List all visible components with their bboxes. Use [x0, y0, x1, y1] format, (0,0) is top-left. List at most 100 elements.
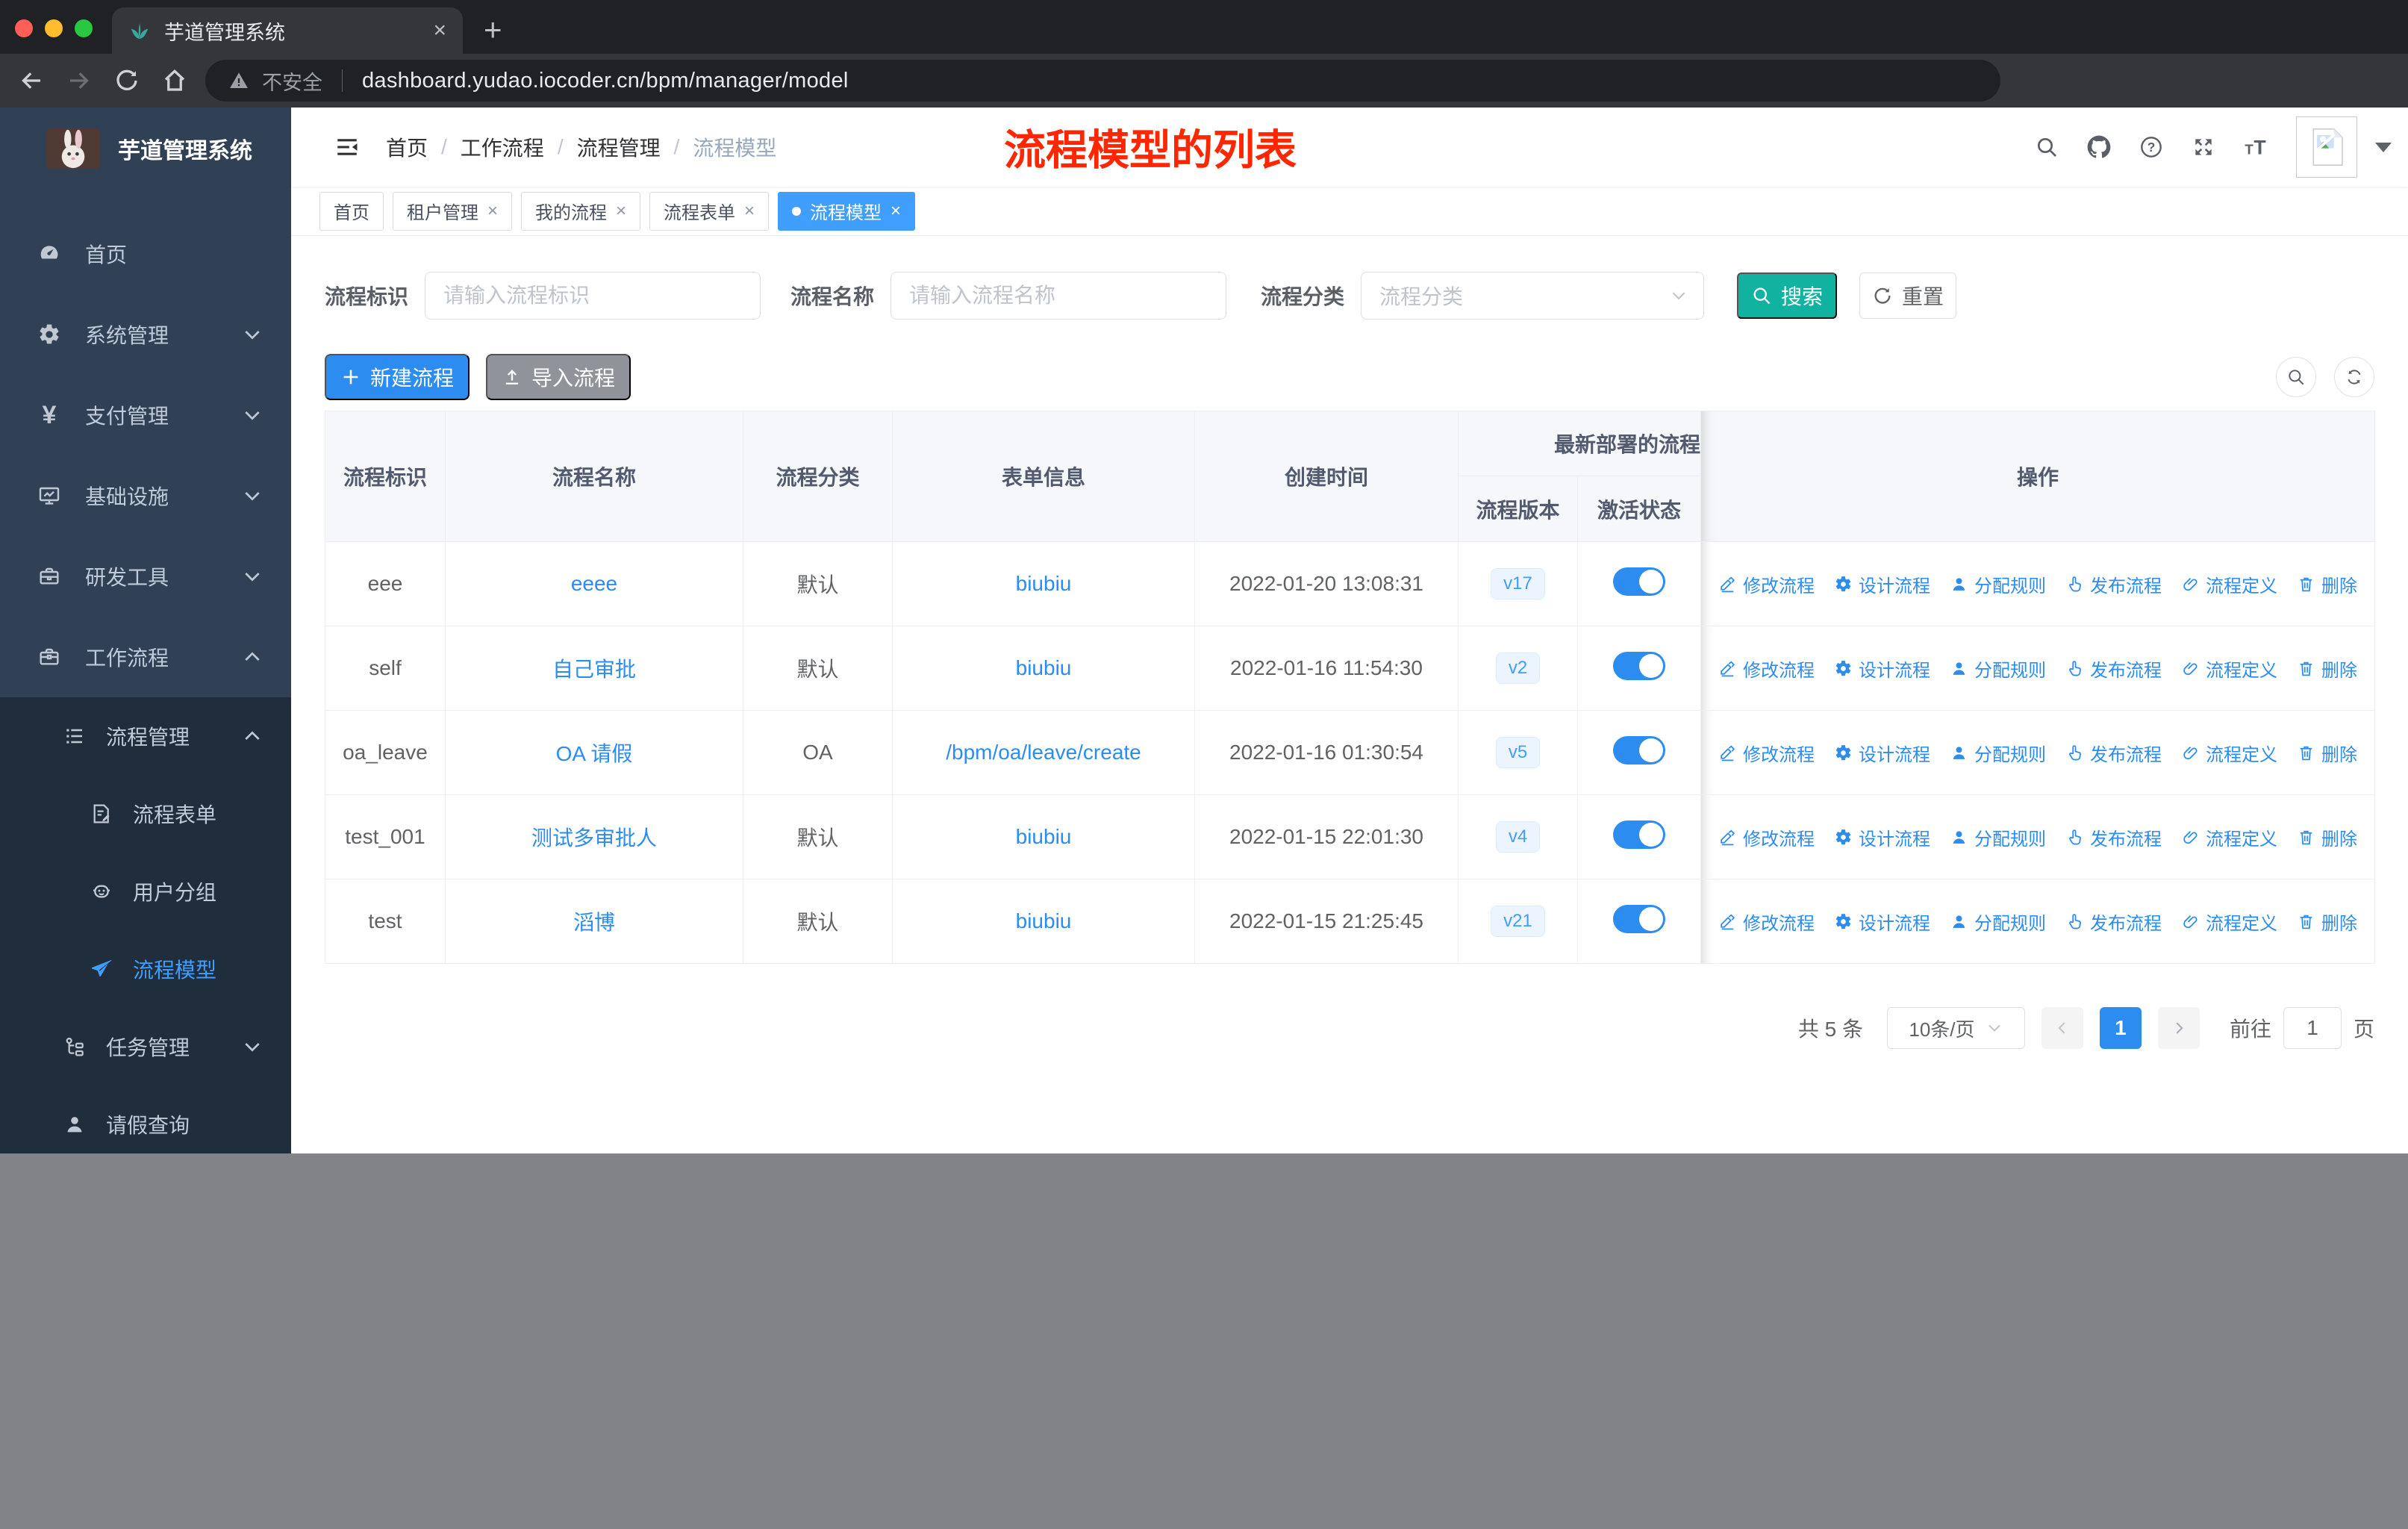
design-flow-link[interactable]: 设计流程 — [1834, 655, 1930, 682]
sidebar-item-system[interactable]: 系统管理 — [0, 294, 291, 375]
close-icon[interactable]: × — [487, 201, 498, 222]
process-name-link[interactable]: OA 请假 — [556, 742, 633, 765]
process-id-input[interactable] — [425, 272, 761, 320]
active-toggle[interactable] — [1613, 904, 1665, 933]
github-icon[interactable] — [2087, 135, 2111, 159]
assign-rule-link[interactable]: 分配规则 — [1950, 909, 2046, 935]
sidebar-item-infra[interactable]: 基础设施 — [0, 455, 291, 536]
fullscreen-icon[interactable] — [2192, 135, 2215, 159]
design-flow-link[interactable]: 设计流程 — [1834, 571, 1930, 597]
page-tag-my-process[interactable]: 我的流程 × — [521, 191, 641, 231]
minimize-window-button[interactable] — [45, 19, 63, 37]
form-info-link[interactable]: biubiu — [1016, 572, 1072, 595]
flow-definition-link[interactable]: 流程定义 — [2181, 740, 2277, 766]
page-tag-tenant[interactable]: 租户管理 × — [393, 191, 513, 231]
flow-definition-link[interactable]: 流程定义 — [2181, 571, 2277, 597]
page-tag-process-model[interactable]: 流程模型 × — [778, 191, 916, 231]
process-name-link[interactable]: 自己审批 — [552, 658, 636, 681]
flow-definition-link[interactable]: 流程定义 — [2181, 655, 2277, 682]
process-name-link[interactable]: eeee — [571, 572, 617, 595]
modify-flow-link[interactable]: 修改流程 — [1718, 571, 1815, 597]
form-info-link[interactable]: /bpm/oa/leave/create — [946, 741, 1141, 764]
delete-link[interactable]: 删除 — [2297, 655, 2357, 682]
home-icon[interactable] — [161, 67, 188, 94]
design-flow-link[interactable]: 设计流程 — [1834, 740, 1930, 766]
avatar[interactable] — [2296, 116, 2357, 178]
modify-flow-link[interactable]: 修改流程 — [1718, 909, 1815, 935]
active-toggle[interactable] — [1613, 735, 1665, 764]
publish-flow-link[interactable]: 发布流程 — [2065, 909, 2162, 935]
process-category-select[interactable]: 流程分类 — [1361, 272, 1705, 320]
design-flow-link[interactable]: 设计流程 — [1834, 909, 1930, 935]
breadcrumb-home[interactable]: 首页 — [386, 132, 428, 162]
active-toggle[interactable] — [1613, 651, 1665, 680]
reset-button[interactable]: 重置 — [1859, 273, 1957, 319]
delete-link[interactable]: 删除 — [2297, 740, 2357, 766]
modify-flow-link[interactable]: 修改流程 — [1718, 740, 1815, 766]
zoom-window-button[interactable] — [75, 19, 93, 37]
show-search-button[interactable] — [2276, 357, 2316, 397]
sidebar-item-task-mgmt[interactable]: 任务管理 — [0, 1008, 291, 1086]
goto-page-input[interactable] — [2283, 1007, 2342, 1049]
flow-definition-link[interactable]: 流程定义 — [2181, 824, 2277, 850]
font-size-icon[interactable]: TT — [2244, 135, 2268, 159]
sidebar-item-process-mgmt[interactable]: 流程管理 — [0, 697, 291, 775]
sidebar-item-process-model[interactable]: 流程模型 — [0, 930, 291, 1008]
back-icon[interactable] — [18, 67, 45, 94]
tab-close-icon[interactable]: × — [433, 18, 446, 43]
assign-rule-link[interactable]: 分配规则 — [1950, 655, 2046, 682]
security-label[interactable]: 不安全 — [262, 66, 322, 96]
delete-link[interactable]: 删除 — [2297, 571, 2357, 597]
next-page-button[interactable] — [2157, 1007, 2200, 1049]
active-toggle[interactable] — [1613, 567, 1665, 596]
sidebar-item-devtools[interactable]: 研发工具 — [0, 536, 291, 617]
publish-flow-link[interactable]: 发布流程 — [2065, 655, 2162, 682]
page-size-select[interactable]: 10条/页 — [1886, 1007, 2025, 1049]
sidebar-item-payment[interactable]: ¥ 支付管理 — [0, 375, 291, 455]
address-bar[interactable]: 不安全 dashboard.yudao.iocoder.cn/bpm/manag… — [205, 60, 2000, 102]
browser-tab[interactable]: 芋道管理系统 × — [112, 7, 463, 54]
close-window-button[interactable] — [15, 19, 33, 37]
search-button[interactable]: 搜索 — [1737, 273, 1838, 319]
new-tab-button[interactable]: + — [484, 12, 502, 48]
page-tag-process-form[interactable]: 流程表单 × — [649, 191, 770, 231]
form-info-link[interactable]: biubiu — [1016, 656, 1072, 679]
import-process-button[interactable]: 导入流程 — [486, 354, 631, 400]
close-icon[interactable]: × — [744, 201, 755, 222]
hamburger-icon[interactable] — [332, 134, 362, 160]
sidebar-item-process-form[interactable]: 流程表单 — [0, 775, 291, 853]
flow-definition-link[interactable]: 流程定义 — [2181, 909, 2277, 935]
sidebar-item-workflow[interactable]: 工作流程 — [0, 617, 291, 697]
publish-flow-link[interactable]: 发布流程 — [2065, 571, 2162, 597]
window-controls[interactable] — [15, 19, 93, 37]
modify-flow-link[interactable]: 修改流程 — [1718, 824, 1815, 850]
delete-link[interactable]: 删除 — [2297, 824, 2357, 850]
assign-rule-link[interactable]: 分配规则 — [1950, 824, 2046, 850]
close-icon[interactable]: × — [890, 201, 901, 222]
process-name-link[interactable]: 测试多审批人 — [531, 826, 657, 850]
assign-rule-link[interactable]: 分配规则 — [1950, 571, 2046, 597]
sidebar-item-home[interactable]: 首页 — [0, 214, 291, 294]
sidebar-item-leave-query[interactable]: 请假查询 — [0, 1086, 291, 1153]
process-name-input[interactable] — [890, 272, 1227, 320]
search-icon[interactable] — [2035, 135, 2059, 159]
form-info-link[interactable]: biubiu — [1016, 825, 1072, 848]
breadcrumb-process-mgmt[interactable]: 流程管理 — [577, 132, 661, 162]
design-flow-link[interactable]: 设计流程 — [1834, 824, 1930, 850]
current-page-button[interactable]: 1 — [2099, 1007, 2142, 1049]
prev-page-button[interactable] — [2041, 1007, 2083, 1049]
avatar-caret-icon[interactable] — [2375, 142, 2392, 152]
create-process-button[interactable]: 新建流程 — [325, 354, 470, 400]
close-icon[interactable]: × — [616, 201, 626, 222]
forward-icon[interactable] — [66, 67, 93, 94]
refresh-table-button[interactable] — [2334, 357, 2374, 397]
form-info-link[interactable]: biubiu — [1016, 909, 1072, 932]
active-toggle[interactable] — [1613, 820, 1665, 849]
process-name-link[interactable]: 滔博 — [573, 911, 615, 934]
sidebar-item-user-group[interactable]: 用户分组 — [0, 853, 291, 930]
assign-rule-link[interactable]: 分配规则 — [1950, 740, 2046, 766]
url-text[interactable]: dashboard.yudao.iocoder.cn/bpm/manager/m… — [362, 69, 849, 93]
breadcrumb-workflow[interactable]: 工作流程 — [461, 132, 544, 162]
delete-link[interactable]: 删除 — [2297, 909, 2357, 935]
reload-icon[interactable] — [113, 67, 140, 94]
